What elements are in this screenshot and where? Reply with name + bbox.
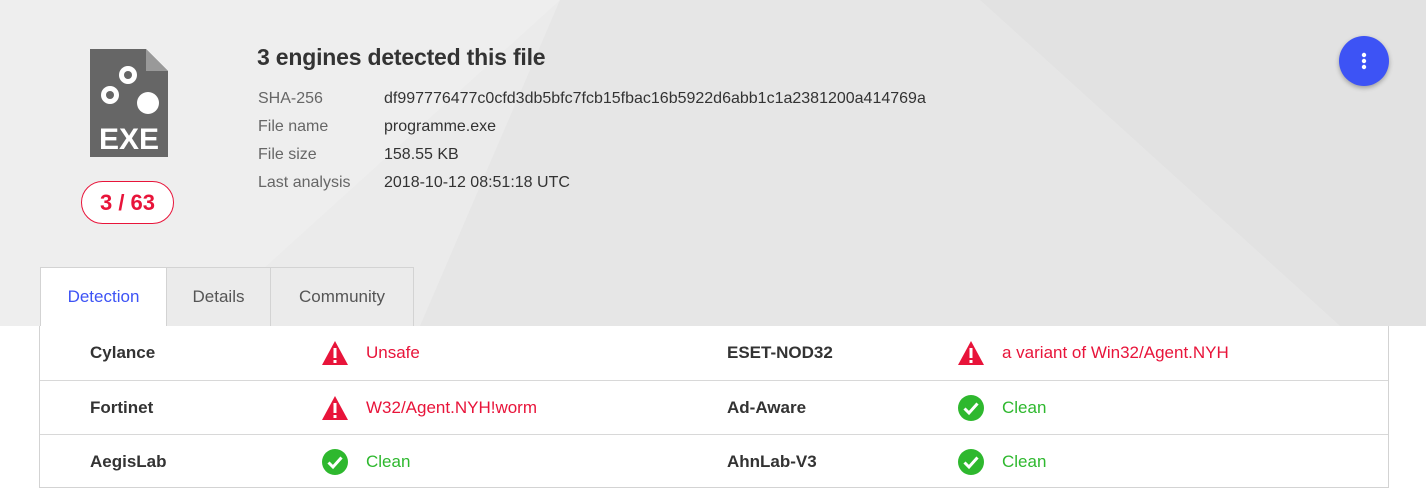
warning-triangle-icon bbox=[322, 341, 348, 365]
tab-bar: Detection Details Community bbox=[40, 267, 414, 327]
detail-value: df997776477c0cfd3db5bfc7fcb15fbac16b5922… bbox=[384, 90, 926, 107]
exe-file-icon: EXE bbox=[90, 49, 168, 157]
detail-label: File name bbox=[258, 118, 329, 135]
engine-result: Clean bbox=[1002, 398, 1047, 417]
check-circle-icon bbox=[322, 449, 348, 475]
engine-name: Ad-Aware bbox=[727, 398, 807, 417]
file-details: SHA-256 df997776477c0cfd3db5bfc7fcb15fba… bbox=[258, 90, 926, 202]
detail-row-last-analysis: Last analysis 2018-10-12 08:51:18 UTC bbox=[258, 174, 926, 202]
table-row: AegisLab Clean AhnLab-V3 Clean bbox=[40, 434, 1388, 488]
engine-result: Clean bbox=[366, 452, 411, 471]
detail-value: 158.55 KB bbox=[384, 146, 459, 163]
check-circle-icon bbox=[958, 395, 984, 421]
engine-name: Cylance bbox=[90, 343, 156, 362]
detection-table: Cylance Unsafe ESET-NOD32 a variant of W… bbox=[39, 326, 1389, 488]
detail-row-sha256: SHA-256 df997776477c0cfd3db5bfc7fcb15fba… bbox=[258, 90, 926, 118]
file-type-label: EXE bbox=[99, 123, 159, 156]
tab-community[interactable]: Community bbox=[271, 267, 414, 327]
warning-triangle-icon bbox=[958, 341, 984, 365]
page-title: 3 engines detected this file bbox=[257, 44, 546, 70]
table-row: Fortinet W32/Agent.NYH!worm Ad-Aware Cle… bbox=[40, 380, 1388, 434]
tab-detection[interactable]: Detection bbox=[40, 267, 167, 327]
detail-label: Last analysis bbox=[258, 174, 351, 191]
detail-row-file-size: File size 158.55 KB bbox=[258, 146, 926, 174]
more-vert-icon bbox=[1361, 52, 1367, 70]
warning-triangle-icon bbox=[322, 396, 348, 420]
check-circle-icon bbox=[958, 449, 984, 475]
table-row: Cylance Unsafe ESET-NOD32 a variant of W… bbox=[40, 326, 1388, 380]
more-options-button[interactable] bbox=[1339, 36, 1389, 86]
detection-ratio-badge: 3 / 63 bbox=[81, 181, 174, 224]
engine-result: W32/Agent.NYH!worm bbox=[366, 398, 537, 417]
engine-name: AegisLab bbox=[90, 452, 167, 471]
detail-label: File size bbox=[258, 146, 317, 163]
engine-name: AhnLab-V3 bbox=[727, 452, 817, 471]
detail-row-file-name: File name programme.exe bbox=[258, 118, 926, 146]
engine-name: ESET-NOD32 bbox=[727, 343, 833, 362]
tab-details[interactable]: Details bbox=[167, 267, 271, 327]
detail-label: SHA-256 bbox=[258, 90, 323, 107]
detail-value: 2018-10-12 08:51:18 UTC bbox=[384, 174, 570, 191]
engine-result: Clean bbox=[1002, 452, 1047, 471]
engine-result: Unsafe bbox=[366, 343, 420, 362]
engine-name: Fortinet bbox=[90, 398, 154, 417]
engine-result: a variant of Win32/Agent.NYH bbox=[1002, 343, 1229, 362]
detail-value: programme.exe bbox=[384, 118, 497, 135]
